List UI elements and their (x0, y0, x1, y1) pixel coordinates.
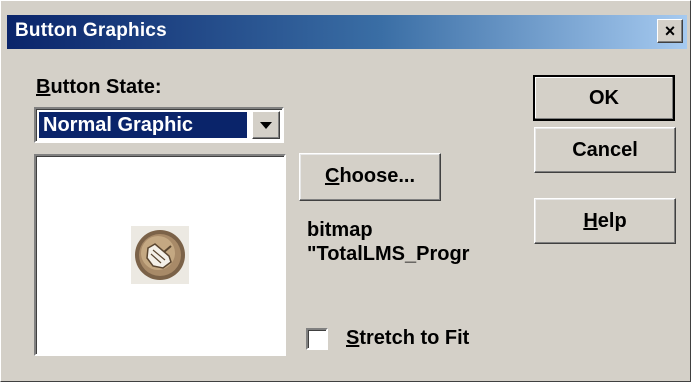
choose-label: hoose... (339, 165, 416, 187)
ok-button[interactable]: OK (533, 75, 675, 121)
help-label: elp (597, 210, 627, 232)
help-button[interactable]: Help (534, 198, 676, 244)
graphic-preview (34, 154, 286, 356)
button-graphics-dialog: Button Graphics × Button State: Normal G… (0, 0, 691, 382)
file-name-text: "TotalLMS_Progr (307, 243, 470, 265)
chevron-down-icon[interactable] (252, 111, 280, 139)
stretch-label-text: tretch to Fit (359, 327, 470, 349)
file-type-text: bitmap (307, 219, 373, 241)
button-state-dropdown[interactable]: Normal Graphic (34, 107, 284, 143)
stretch-to-fit-label[interactable]: Stretch to Fit (346, 327, 469, 350)
button-state-selected: Normal Graphic (39, 112, 247, 138)
hand-pointer-icon (131, 226, 189, 284)
choose-access-key: C (324, 165, 340, 187)
window-title: Button Graphics (15, 20, 167, 41)
help-access-key: H (583, 210, 598, 232)
stretch-to-fit-checkbox[interactable] (306, 328, 328, 350)
stretch-access-key: S (346, 327, 360, 349)
cancel-button[interactable]: Cancel (534, 127, 676, 173)
title-bar[interactable]: Button Graphics × (7, 15, 687, 49)
choose-button[interactable]: Choose... (299, 153, 441, 201)
close-button[interactable]: × (657, 19, 683, 43)
close-icon: × (664, 21, 676, 41)
button-state-access-key: B (36, 76, 51, 98)
button-state-label: Button State: (36, 76, 162, 99)
button-state-label-text: utton State: (50, 76, 162, 98)
